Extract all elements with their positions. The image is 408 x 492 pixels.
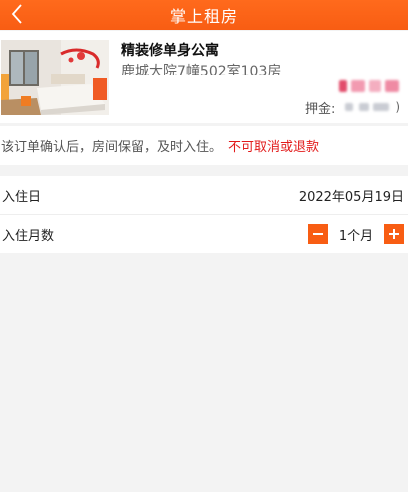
order-notice: 该订单确认后，房间保留，及时入住。 不可取消或退款 (0, 126, 408, 165)
minus-icon (313, 233, 323, 235)
price-redacted (339, 80, 401, 92)
deposit-row: 押金: ) (305, 98, 401, 117)
listing-title: 精装修单身公寓 (121, 43, 219, 59)
decrement-button[interactable] (308, 224, 328, 244)
checkin-months-row: 入住月数 1个月 (0, 215, 408, 253)
deposit-suffix: ) (395, 100, 401, 114)
notice-warning: 不可取消或退款 (228, 140, 320, 155)
listing-photo[interactable] (1, 40, 109, 115)
listing-address: 鹿城大院7幢502室103房 (121, 64, 282, 75)
checkin-months-label: 入住月数 (2, 228, 55, 244)
months-stepper: 1个月 (308, 224, 404, 244)
months-value: 1个月 (338, 228, 374, 244)
notice-text: 该订单确认后，房间保留，及时入住。 (1, 140, 223, 155)
checkin-date-row[interactable]: 入住日 2022年05月19日 (0, 176, 408, 215)
plus-icon (389, 229, 399, 239)
back-button[interactable] (6, 1, 28, 27)
checkin-date-label: 入住日 (2, 189, 42, 205)
app-header: 掌上租房 (0, 0, 408, 30)
checkin-date-value[interactable]: 2022年05月19日 (299, 186, 404, 205)
page-title: 掌上租房 (169, 7, 238, 26)
increment-button[interactable] (384, 224, 404, 244)
deposit-redacted (345, 102, 393, 112)
chevron-left-icon (11, 4, 22, 24)
listing-card[interactable]: 精装修单身公寓 鹿城大院7幢502室103房 押金: ) (0, 31, 408, 123)
deposit-label: 押金: (305, 101, 336, 117)
